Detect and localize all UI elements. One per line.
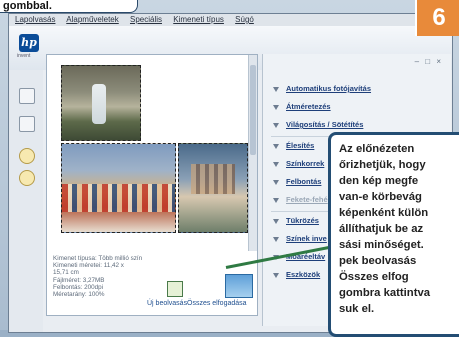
preview-scrollbar[interactable] xyxy=(248,55,257,251)
expand-triangle-icon xyxy=(273,122,279,128)
callout-line: van-e körbevág xyxy=(339,191,422,203)
option-tools[interactable]: Eszközök xyxy=(273,270,320,279)
zoom-in-icon[interactable] xyxy=(19,148,35,164)
option-mirror[interactable]: Tükrözés xyxy=(273,216,319,225)
previous-caption-fragment: gombbal. xyxy=(0,0,138,13)
callout-line: Az előnézeten xyxy=(339,143,415,155)
info-output-size: Kimeneti méretei: 11,42 x xyxy=(53,262,124,270)
hp-logo-icon: hp xyxy=(19,34,39,52)
menu-item-alapmuveletek[interactable]: Alapműveletek xyxy=(66,15,118,24)
option-black-white: Fekete-fehé xyxy=(273,195,328,204)
accept-all-icon[interactable] xyxy=(225,274,253,298)
option-invert-colors[interactable]: Színek inve xyxy=(273,234,327,243)
menu-item-sugo[interactable]: Súgó xyxy=(235,15,254,24)
mirror-icon xyxy=(273,218,279,224)
tool-rail xyxy=(9,70,43,332)
callout-line: sási minőséget. xyxy=(339,239,424,251)
tools-icon xyxy=(273,272,279,278)
expand-triangle-icon xyxy=(273,143,279,149)
expand-triangle-icon xyxy=(273,179,279,185)
callout-line: den kép megfe xyxy=(339,175,419,187)
callout-line: Összes elfog xyxy=(339,271,409,283)
menu-item-specialis[interactable]: Speciális xyxy=(130,15,162,24)
invert-icon xyxy=(273,236,279,242)
new-scan-icon[interactable] xyxy=(167,281,183,297)
option-sharpen[interactable]: Élesítés xyxy=(273,141,314,150)
scan-preview-panel: Kimenet típusa: Több millió szín Kimenet… xyxy=(46,54,258,316)
hp-logo-subtitle: invent xyxy=(17,53,31,59)
zoom-out-icon[interactable] xyxy=(19,170,35,186)
scrollbar-thumb[interactable] xyxy=(250,65,256,155)
step-number-badge: 6 xyxy=(415,0,459,36)
option-resize[interactable]: Átméretezés xyxy=(273,102,331,111)
rotate-right-icon[interactable] xyxy=(19,116,35,132)
explanation-callout: Az előnézeten őrizhetjük, hogy den kép m… xyxy=(328,132,459,337)
expand-triangle-icon xyxy=(273,86,279,92)
info-output-type: Kimenet típusa: Több millió szín xyxy=(53,255,143,262)
callout-line: suk el. xyxy=(339,303,375,315)
info-resolution: Felbontás: 200dpi xyxy=(53,283,104,291)
menu-item-lapolvasas[interactable]: Lapolvasás xyxy=(15,15,55,24)
option-auto-photo-fix[interactable]: Automatikus fotójavítás xyxy=(273,84,371,93)
callout-line: állíthatjuk be az xyxy=(339,223,424,235)
photo-group-people xyxy=(62,184,175,212)
callout-line: őrizhetjük, hogy xyxy=(339,159,426,171)
expand-triangle-icon xyxy=(273,161,279,167)
new-scan-button[interactable]: Új beolvasás xyxy=(147,300,187,307)
info-scale: Méretarány: 100% xyxy=(53,291,105,299)
option-brightness[interactable]: Világosítás / Sötétítés xyxy=(273,120,363,129)
expand-triangle-icon xyxy=(273,197,279,203)
preview-photo-street[interactable] xyxy=(178,143,248,233)
preview-photo-waterfall[interactable] xyxy=(61,65,141,141)
info-file-size: Fájlméret: 3,27MB xyxy=(53,276,105,284)
info-output-size-cont: 15,71 cm xyxy=(53,269,79,277)
expand-triangle-icon xyxy=(273,104,279,110)
scan-info: Kimenet típusa: Több millió szín Kimenet… xyxy=(53,255,143,298)
menu-bar: Lapolvasás Alapműveletek Speciális Kimen… xyxy=(9,14,452,26)
callout-line: gombra kattintva xyxy=(339,287,431,299)
option-color-correction[interactable]: Színkorrek xyxy=(273,159,324,168)
preview-photo-group[interactable] xyxy=(61,143,176,233)
option-resolution[interactable]: Felbontás xyxy=(273,177,321,186)
window-controls[interactable]: – □ × xyxy=(415,57,443,66)
accept-all-button[interactable]: Összes elfogadása xyxy=(187,300,247,307)
rotate-left-icon[interactable] xyxy=(19,88,35,104)
callout-line: képenként külön xyxy=(339,207,429,219)
callout-line: pek beolvasás xyxy=(339,255,417,267)
menu-item-kimeneti-tipus[interactable]: Kimeneti típus xyxy=(173,15,224,24)
